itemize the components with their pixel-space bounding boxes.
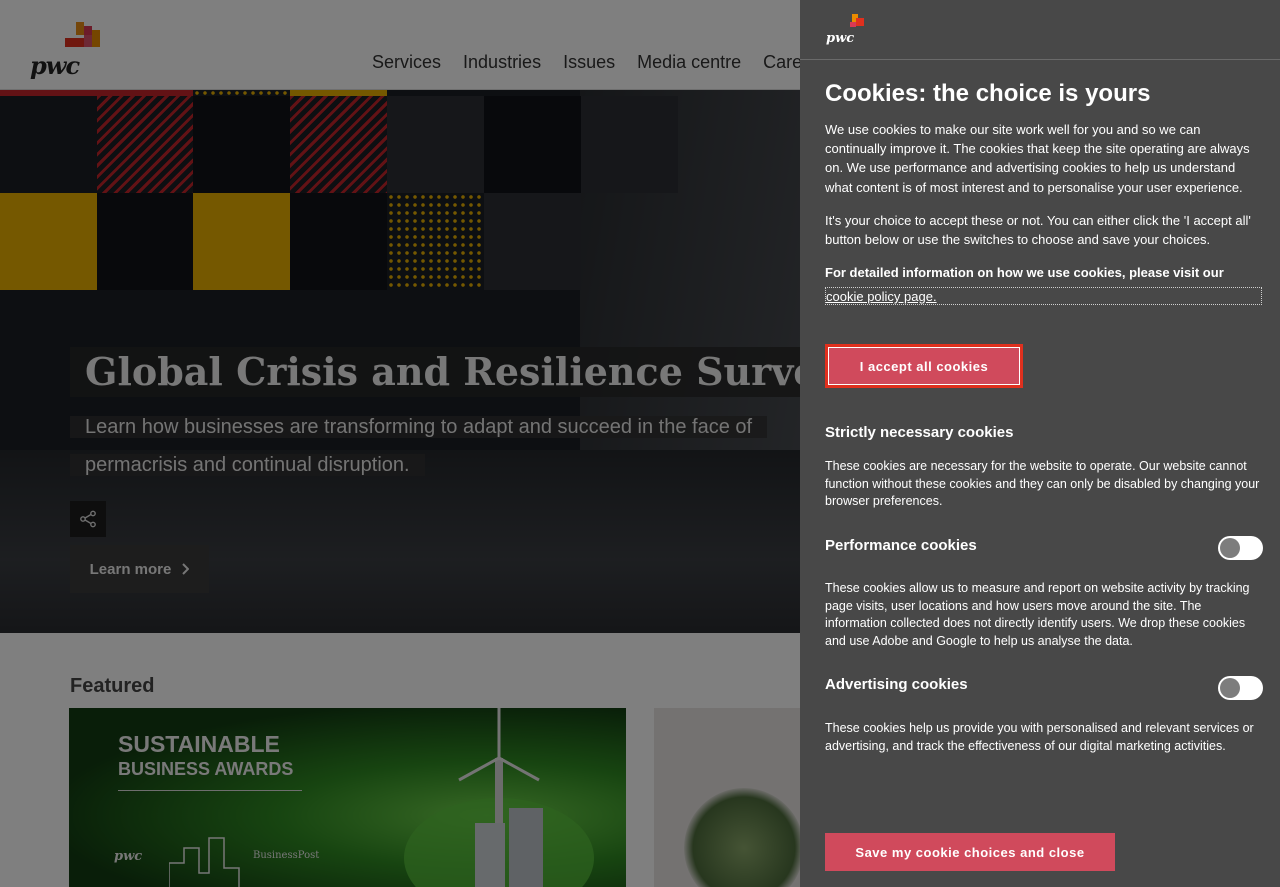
advertising-cookies-toggle[interactable] — [1218, 676, 1263, 700]
advertising-cookies-title: Advertising cookies — [825, 676, 968, 693]
performance-cookies-toggle[interactable] — [1218, 536, 1263, 560]
pwc-logo-blocks-icon — [850, 14, 864, 27]
strict-cookies-text: These cookies are necessary for the webs… — [825, 459, 1260, 509]
performance-toggle-knob — [1220, 538, 1240, 558]
cookie-intro-text: We use cookies to make our site work wel… — [825, 122, 1250, 195]
cookie-detail-text: For detailed information on how we use c… — [825, 265, 1224, 280]
advertising-toggle-knob — [1220, 678, 1240, 698]
accept-all-cookies-button[interactable]: I accept all cookies — [828, 347, 1020, 385]
strict-cookies-title: Strictly necessary cookies — [825, 424, 1014, 441]
cookie-consent-panel: pwc Cookies: the choice is yours We use … — [800, 0, 1280, 887]
cookie-policy-link[interactable]: cookie policy page. — [825, 287, 1262, 305]
cookie-panel-title: Cookies: the choice is yours — [825, 80, 1151, 107]
accept-all-focus-outline: I accept all cookies — [825, 344, 1023, 388]
cookie-choice-text: It's your choice to accept these or not.… — [825, 213, 1251, 248]
advertising-cookies-text: These cookies help us provide you with p… — [825, 721, 1254, 753]
save-cookie-choices-button[interactable]: Save my cookie choices and close — [825, 833, 1115, 871]
cookie-panel-logo-wordmark: pwc — [826, 31, 855, 46]
cookie-panel-logo: pwc — [826, 14, 866, 46]
performance-cookies-text: These cookies allow us to measure and re… — [825, 581, 1250, 648]
cookie-panel-header: pwc — [800, 0, 1280, 60]
performance-cookies-title: Performance cookies — [825, 537, 977, 554]
